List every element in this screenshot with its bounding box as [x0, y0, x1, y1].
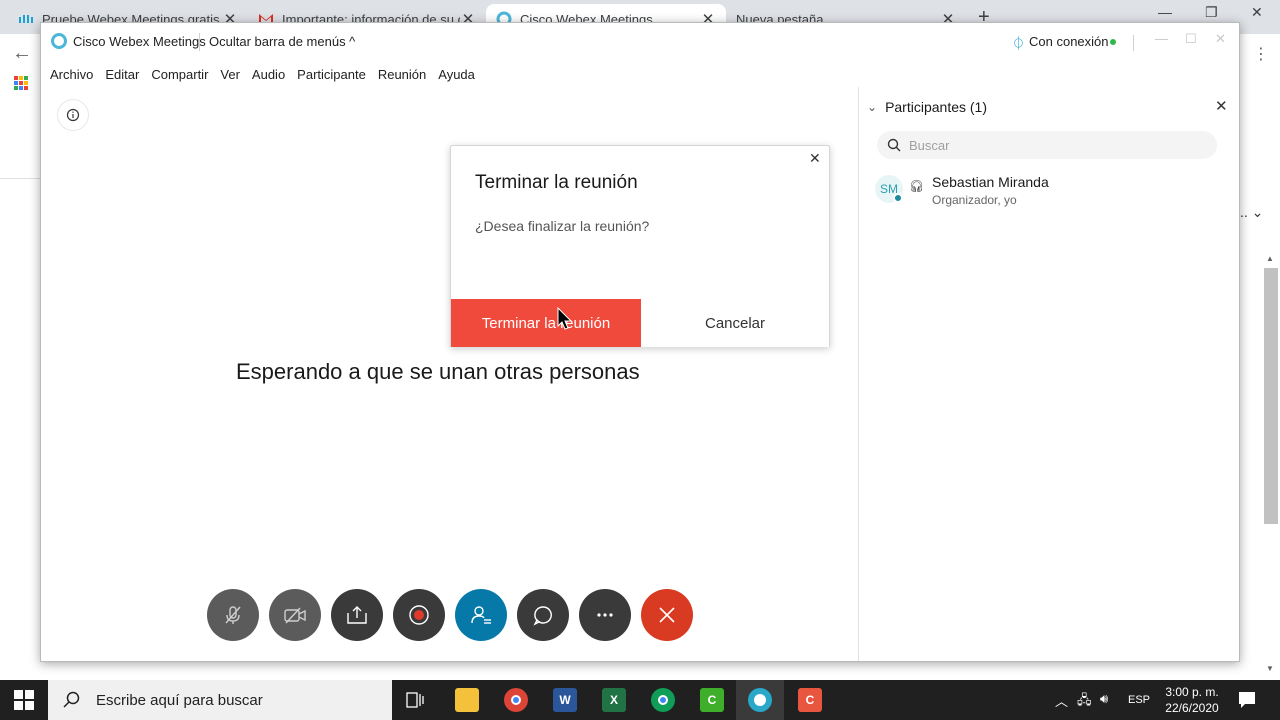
participants-button[interactable]: [455, 589, 507, 641]
apps-grid-icon[interactable]: [14, 76, 28, 90]
presence-icon: [893, 193, 903, 203]
close-icon[interactable]: ✕: [809, 150, 821, 167]
participant-role: Organizador, yo: [932, 193, 1017, 207]
chrome-icon[interactable]: [504, 688, 528, 712]
dialog-message: ¿Desea finalizar la reunión?: [475, 218, 650, 234]
panel-title: Participantes (1): [885, 99, 987, 115]
menu-editar[interactable]: Editar: [105, 67, 139, 82]
dialog-title: Terminar la reunión: [475, 172, 638, 193]
record-icon: [409, 605, 429, 625]
clock-date: 22/6/2020: [1165, 701, 1219, 715]
browser-menu-icon[interactable]: ⋮: [1253, 44, 1269, 64]
windows-taskbar: Escribe aquí para buscar W X C C ︿ 🖧︎ 🔊︎…: [0, 680, 1280, 720]
excel-icon[interactable]: X: [602, 688, 626, 712]
webex-taskbar-icon[interactable]: [748, 688, 772, 712]
page-divider: [0, 178, 40, 179]
connection-status: Con conexión: [1029, 34, 1109, 49]
windows-start-icon[interactable]: [14, 690, 34, 710]
microphone-status-icon: ⏀: [1012, 36, 1026, 51]
headset-icon: 🎧︎: [909, 179, 925, 193]
minimize-icon[interactable]: —: [1155, 31, 1168, 46]
menu-participante[interactable]: Participante: [297, 67, 366, 82]
more-options-icon: [597, 613, 613, 617]
end-meeting-dialog: ✕ Terminar la reunión ¿Desea finalizar l…: [450, 145, 830, 347]
clock-time: 3:00 p. m.: [1165, 685, 1219, 699]
meeting-controls: [207, 589, 693, 641]
participants-panel: ⌄ Participantes (1) ✕ SM 🎧︎ Sebastian Mi…: [859, 87, 1239, 661]
info-button[interactable]: [57, 99, 89, 131]
share-button[interactable]: [331, 589, 383, 641]
chrome-profile-icon[interactable]: [651, 688, 675, 712]
camtasia-icon[interactable]: C: [700, 688, 724, 712]
search-input[interactable]: [909, 137, 1199, 153]
close-icon[interactable]: ✕: [1251, 4, 1263, 21]
file-explorer-icon[interactable]: [455, 688, 479, 712]
recorder-icon[interactable]: C: [798, 688, 822, 712]
participants-icon: [471, 606, 491, 624]
chevron-down-icon[interactable]: ⌄: [867, 100, 877, 114]
menu-audio[interactable]: Audio: [252, 67, 285, 82]
hide-menu-bar-button[interactable]: Ocultar barra de menús ^: [209, 34, 355, 49]
participant-search: [877, 131, 1217, 159]
word-icon[interactable]: W: [553, 688, 577, 712]
waiting-message: Esperando a que se unan otras personas: [236, 359, 640, 384]
task-view-icon[interactable]: [406, 692, 424, 708]
end-meeting-button[interactable]: [641, 589, 693, 641]
back-arrow-icon[interactable]: ←: [12, 42, 32, 65]
volume-icon[interactable]: 🔊︎: [1100, 691, 1108, 707]
scrollbar-thumb[interactable]: [1264, 268, 1278, 524]
microphone-muted-icon: [225, 606, 241, 624]
menu-compartir[interactable]: Compartir: [151, 67, 208, 82]
restore-icon[interactable]: ❐: [1205, 4, 1218, 21]
webex-title-bar: Cisco Webex Meetings Ocultar barra de me…: [41, 23, 1239, 61]
scroll-up-icon[interactable]: ▲: [1266, 254, 1274, 263]
mute-button[interactable]: [207, 589, 259, 641]
record-button[interactable]: [393, 589, 445, 641]
chat-icon: [533, 606, 552, 626]
search-icon: [63, 691, 80, 708]
confirm-end-meeting-button[interactable]: Terminar la reunión: [451, 299, 641, 347]
language-indicator[interactable]: ESP: [1128, 694, 1150, 706]
panel-header[interactable]: ⌄ Participantes (1): [867, 99, 987, 115]
divider: [199, 33, 200, 51]
minimize-icon[interactable]: —: [1158, 4, 1172, 20]
video-button[interactable]: [269, 589, 321, 641]
close-icon[interactable]: ✕: [1215, 97, 1228, 115]
chat-button[interactable]: [517, 589, 569, 641]
menu-ver[interactable]: Ver: [220, 67, 240, 82]
webex-logo-icon: [51, 33, 67, 49]
close-icon[interactable]: ✕: [1215, 31, 1226, 47]
video-off-icon: [284, 607, 306, 624]
close-icon: [659, 607, 675, 623]
mouse-cursor-icon: [557, 307, 573, 330]
maximize-icon[interactable]: ☐: [1185, 31, 1197, 47]
cisco-icon: [18, 11, 34, 27]
taskbar-search-text: Escribe aquí para buscar: [96, 691, 263, 709]
share-icon: [347, 606, 367, 624]
scroll-down-icon[interactable]: ▼: [1266, 664, 1274, 673]
taskbar-search[interactable]: Escribe aquí para buscar: [48, 680, 392, 720]
menu-bar: Archivo Editar Compartir Ver Audio Parti…: [41, 61, 1239, 87]
divider: [1133, 35, 1134, 51]
cancel-button[interactable]: Cancelar: [641, 299, 829, 347]
more-button[interactable]: [579, 589, 631, 641]
app-name: Cisco Webex Meetings: [73, 34, 206, 49]
chevron-up-icon[interactable]: ︿: [1055, 691, 1068, 710]
menu-reunion[interactable]: Reunión: [378, 67, 426, 82]
connected-dot-icon: [1110, 39, 1116, 45]
info-icon: [66, 108, 80, 122]
chevron-down-icon[interactable]: .. ⌄: [1240, 204, 1263, 221]
search-icon: [887, 138, 901, 152]
participant-name: Sebastian Miranda: [932, 174, 1049, 190]
clock[interactable]: 3:00 p. m. 22/6/2020: [1160, 684, 1224, 716]
notifications-icon[interactable]: [1238, 691, 1256, 709]
participant-row[interactable]: SM 🎧︎ Sebastian Miranda Organizador, yo: [875, 173, 1225, 213]
menu-archivo[interactable]: Archivo: [50, 67, 93, 82]
network-icon[interactable]: 🖧︎: [1077, 691, 1092, 713]
menu-ayuda[interactable]: Ayuda: [438, 67, 475, 82]
